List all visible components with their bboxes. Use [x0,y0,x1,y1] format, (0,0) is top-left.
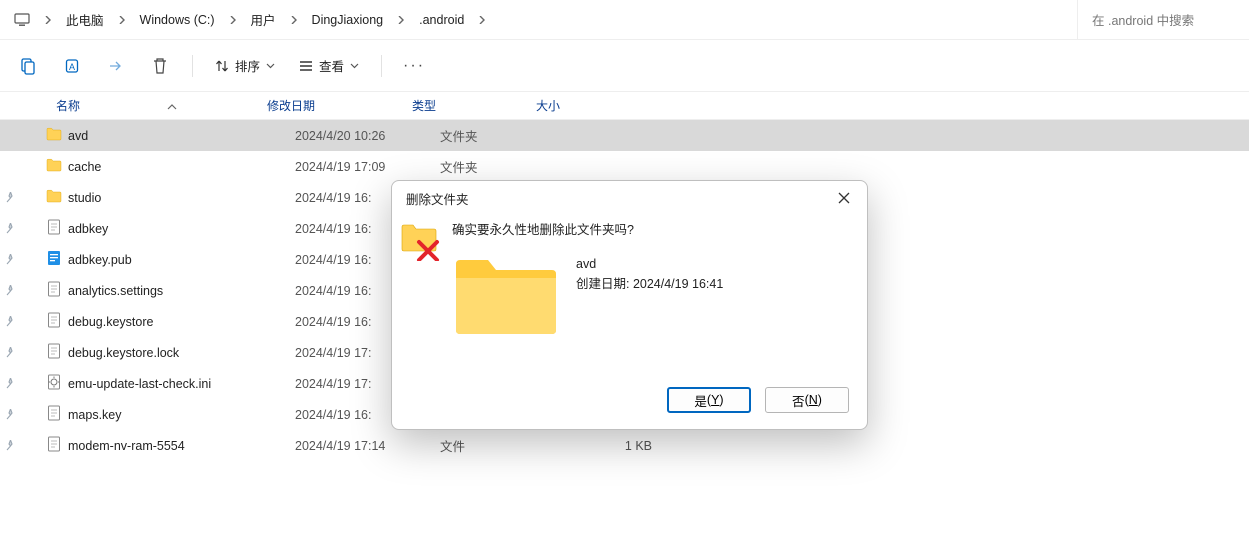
pin-icon [0,254,20,265]
breadcrumb: 此电脑 Windows (C:) 用户 DingJiaxiong .android [0,0,1077,40]
file-name: maps.key [68,408,122,422]
file-type: 文件夹 [440,157,564,176]
cut-button[interactable] [10,48,46,84]
file-type: 文件夹 [440,126,564,145]
separator [192,55,193,77]
dialog-item-name: avd [576,254,723,274]
table-row[interactable]: modem-nv-ram-5554 2024/4/19 17:14文件1 KB [0,430,1249,461]
file-icon [46,188,62,207]
table-row[interactable]: avd 2024/4/20 10:26文件夹 [0,120,1249,151]
file-name: cache [68,160,101,174]
file-date: 2024/4/19 17:14 [295,439,440,453]
view-button[interactable]: 查看 [291,48,367,84]
file-icon [46,126,62,145]
file-name: analytics.settings [68,284,163,298]
file-icon [46,312,62,331]
address-bar: 此电脑 Windows (C:) 用户 DingJiaxiong .android 在 … [0,0,1249,40]
file-icon [46,219,62,238]
file-name: debug.keystore.lock [68,346,179,360]
col-date[interactable]: 修改日期 [255,92,400,119]
pin-icon [0,440,20,451]
close-button[interactable] [829,183,859,213]
pin-icon [0,409,20,420]
pin-icon [0,285,20,296]
chevron-down-icon [350,61,359,70]
separator [381,55,382,77]
column-headers: 名称 修改日期 类型 大小 [0,92,1249,120]
file-name: adbkey [68,222,108,236]
file-icon [46,281,62,300]
file-icon [46,374,62,393]
delete-dialog: 删除文件夹 确实要永久性地删除此文件夹吗? avd 创建日期: 2024/4/1… [391,180,868,430]
chevron-icon[interactable] [472,0,492,40]
breadcrumb-item[interactable]: 此电脑 [60,0,110,40]
pc-icon[interactable] [8,0,36,40]
paste-button[interactable] [98,48,134,84]
breadcrumb-item[interactable]: 用户 [245,0,282,40]
folder-icon [452,252,560,338]
dialog-titlebar: 删除文件夹 [392,181,867,215]
yes-button[interactable]: 是(Y) [667,387,751,413]
chevron-icon[interactable] [223,0,243,40]
file-icon [46,157,62,176]
file-type: 文件 [440,436,564,455]
search-input[interactable]: 在 .android 中搜索 [1077,0,1249,40]
breadcrumb-item[interactable]: DingJiaxiong [306,0,390,40]
delete-folder-icon [400,219,442,261]
view-icon [299,60,313,72]
toolbar: A 排序 查看 ··· [0,40,1249,92]
chevron-icon[interactable] [284,0,304,40]
no-button[interactable]: 否(N) [765,387,849,413]
chevron-icon[interactable] [391,0,411,40]
file-name: avd [68,129,88,143]
chevron-up-icon [167,100,177,114]
sort-button[interactable]: 排序 [207,48,283,84]
file-icon [46,436,62,455]
chevron-icon[interactable] [112,0,132,40]
svg-text:A: A [69,62,75,72]
col-name[interactable]: 名称 [0,92,255,119]
pin-icon [0,316,20,327]
pin-icon [0,347,20,358]
more-button[interactable]: ··· [396,48,432,84]
dialog-item-created: 创建日期: 2024/4/19 16:41 [576,274,723,294]
sort-label: 排序 [235,56,260,75]
file-icon [46,405,62,424]
view-label: 查看 [319,56,344,75]
file-name: debug.keystore [68,315,153,329]
col-size[interactable]: 大小 [524,92,630,119]
pin-icon [0,223,20,234]
sort-icon [215,59,229,73]
file-icon [46,250,62,269]
file-name: adbkey.pub [68,253,132,267]
dialog-title: 删除文件夹 [406,189,469,208]
file-name: emu-update-last-check.ini [68,377,211,391]
pin-icon [0,378,20,389]
file-name: modem-nv-ram-5554 [68,439,185,453]
file-size: 1 KB [564,439,670,453]
file-date: 2024/4/20 10:26 [295,129,440,143]
table-row[interactable]: cache 2024/4/19 17:09文件夹 [0,151,1249,182]
chevron-down-icon [266,61,275,70]
file-icon [46,343,62,362]
dialog-question: 确实要永久性地删除此文件夹吗? [452,219,851,238]
chevron-icon[interactable] [38,0,58,40]
breadcrumb-item[interactable]: Windows (C:) [134,0,221,40]
search-placeholder: 在 .android 中搜索 [1092,10,1194,29]
dialog-item-info: avd 创建日期: 2024/4/19 16:41 [576,252,723,294]
close-icon [838,192,850,204]
breadcrumb-item[interactable]: .android [413,0,470,40]
col-type[interactable]: 类型 [400,92,524,119]
pin-icon [0,192,20,203]
file-name: studio [68,191,101,205]
delete-button[interactable] [142,48,178,84]
file-date: 2024/4/19 17:09 [295,160,440,174]
copy-button[interactable]: A [54,48,90,84]
